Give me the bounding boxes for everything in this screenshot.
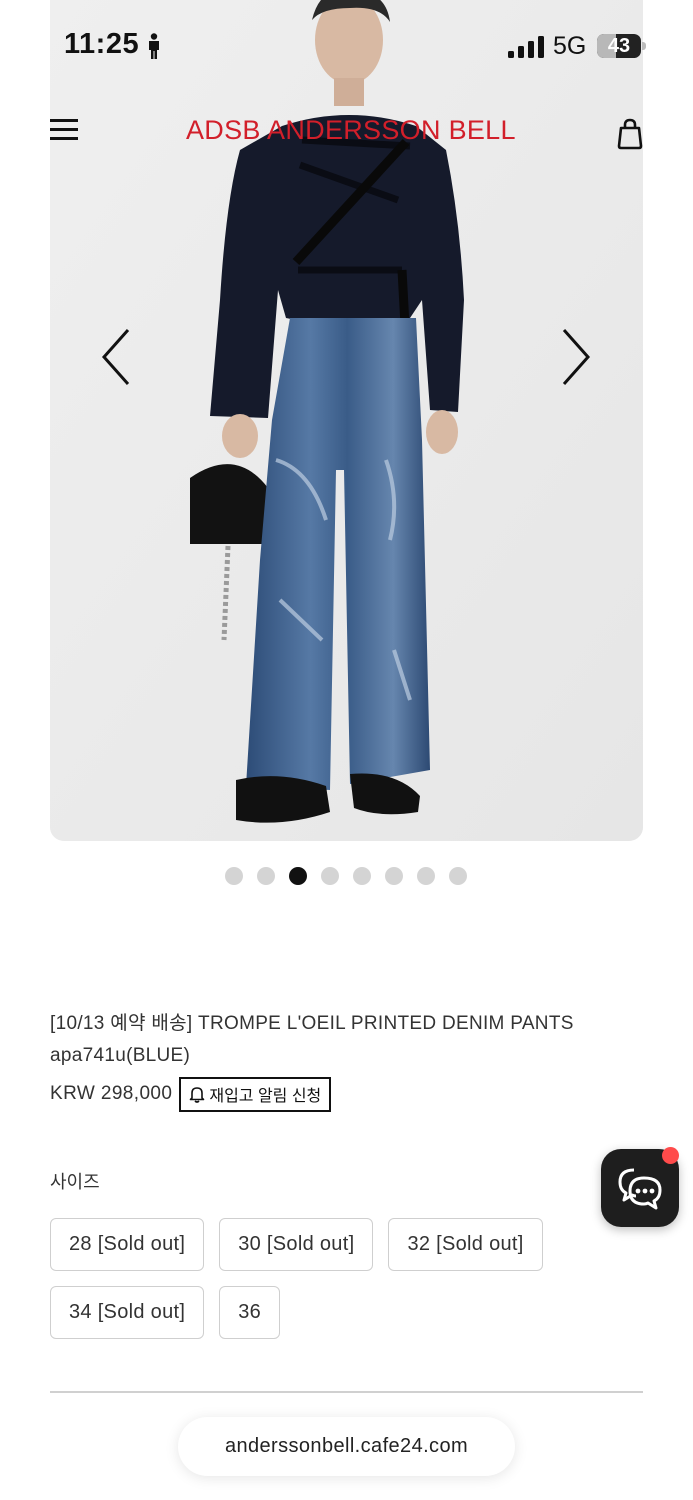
pagination-dot[interactable] <box>385 867 403 885</box>
status-time: 11:25 <box>64 28 140 60</box>
bell-icon <box>190 1087 205 1103</box>
size-label: 사이즈 <box>50 1172 100 1192</box>
pagination-dot[interactable] <box>353 867 371 885</box>
battery-icon: 43 <box>597 34 647 58</box>
size-option[interactable]: 28 [Sold out] <box>50 1218 205 1271</box>
cart-icon[interactable] <box>616 118 644 150</box>
network-type: 5G <box>553 32 587 60</box>
product-title: [10/13 예약 배송] TROMPE L'OEIL PRINTED DENI… <box>50 1013 574 1066</box>
gallery-pagination <box>225 867 467 887</box>
size-option[interactable]: 34 [Sold out] <box>50 1286 205 1339</box>
pagination-dot[interactable] <box>289 867 307 885</box>
size-option[interactable]: 32 [Sold out] <box>388 1218 543 1271</box>
restock-notify-button[interactable]: 재입고 알림 신청 <box>179 1076 332 1112</box>
chevron-left-icon[interactable] <box>96 326 140 388</box>
pagination-dot[interactable] <box>225 867 243 885</box>
brand-logo[interactable]: ADSB ANDERSSON BELL <box>186 115 516 146</box>
size-option[interactable]: 36 <box>219 1286 281 1339</box>
chat-icon <box>618 1168 662 1210</box>
restock-label: 재입고 알림 신청 <box>209 1088 322 1105</box>
product-price: KRW 298,000 <box>50 1083 173 1104</box>
notification-badge <box>662 1147 679 1164</box>
menu-icon[interactable] <box>50 118 78 142</box>
size-options: 28 [Sold out] 30 [Sold out] 32 [Sold out… <box>50 1218 610 1339</box>
person-icon <box>149 33 159 59</box>
chevron-right-icon[interactable] <box>552 326 596 388</box>
divider <box>50 1391 643 1393</box>
size-option[interactable]: 30 [Sold out] <box>219 1218 374 1271</box>
status-bar: 11:25 5G 43 <box>0 0 693 92</box>
pagination-dot[interactable] <box>321 867 339 885</box>
pagination-dot[interactable] <box>257 867 275 885</box>
url-bar[interactable]: anderssonbell.cafe24.com <box>178 1417 515 1476</box>
signal-icon <box>508 36 544 58</box>
battery-level: 43 <box>607 35 631 57</box>
pagination-dot[interactable] <box>449 867 467 885</box>
price-row: KRW 298,000 재입고 알림 신청 <box>50 1076 332 1112</box>
pagination-dot[interactable] <box>417 867 435 885</box>
